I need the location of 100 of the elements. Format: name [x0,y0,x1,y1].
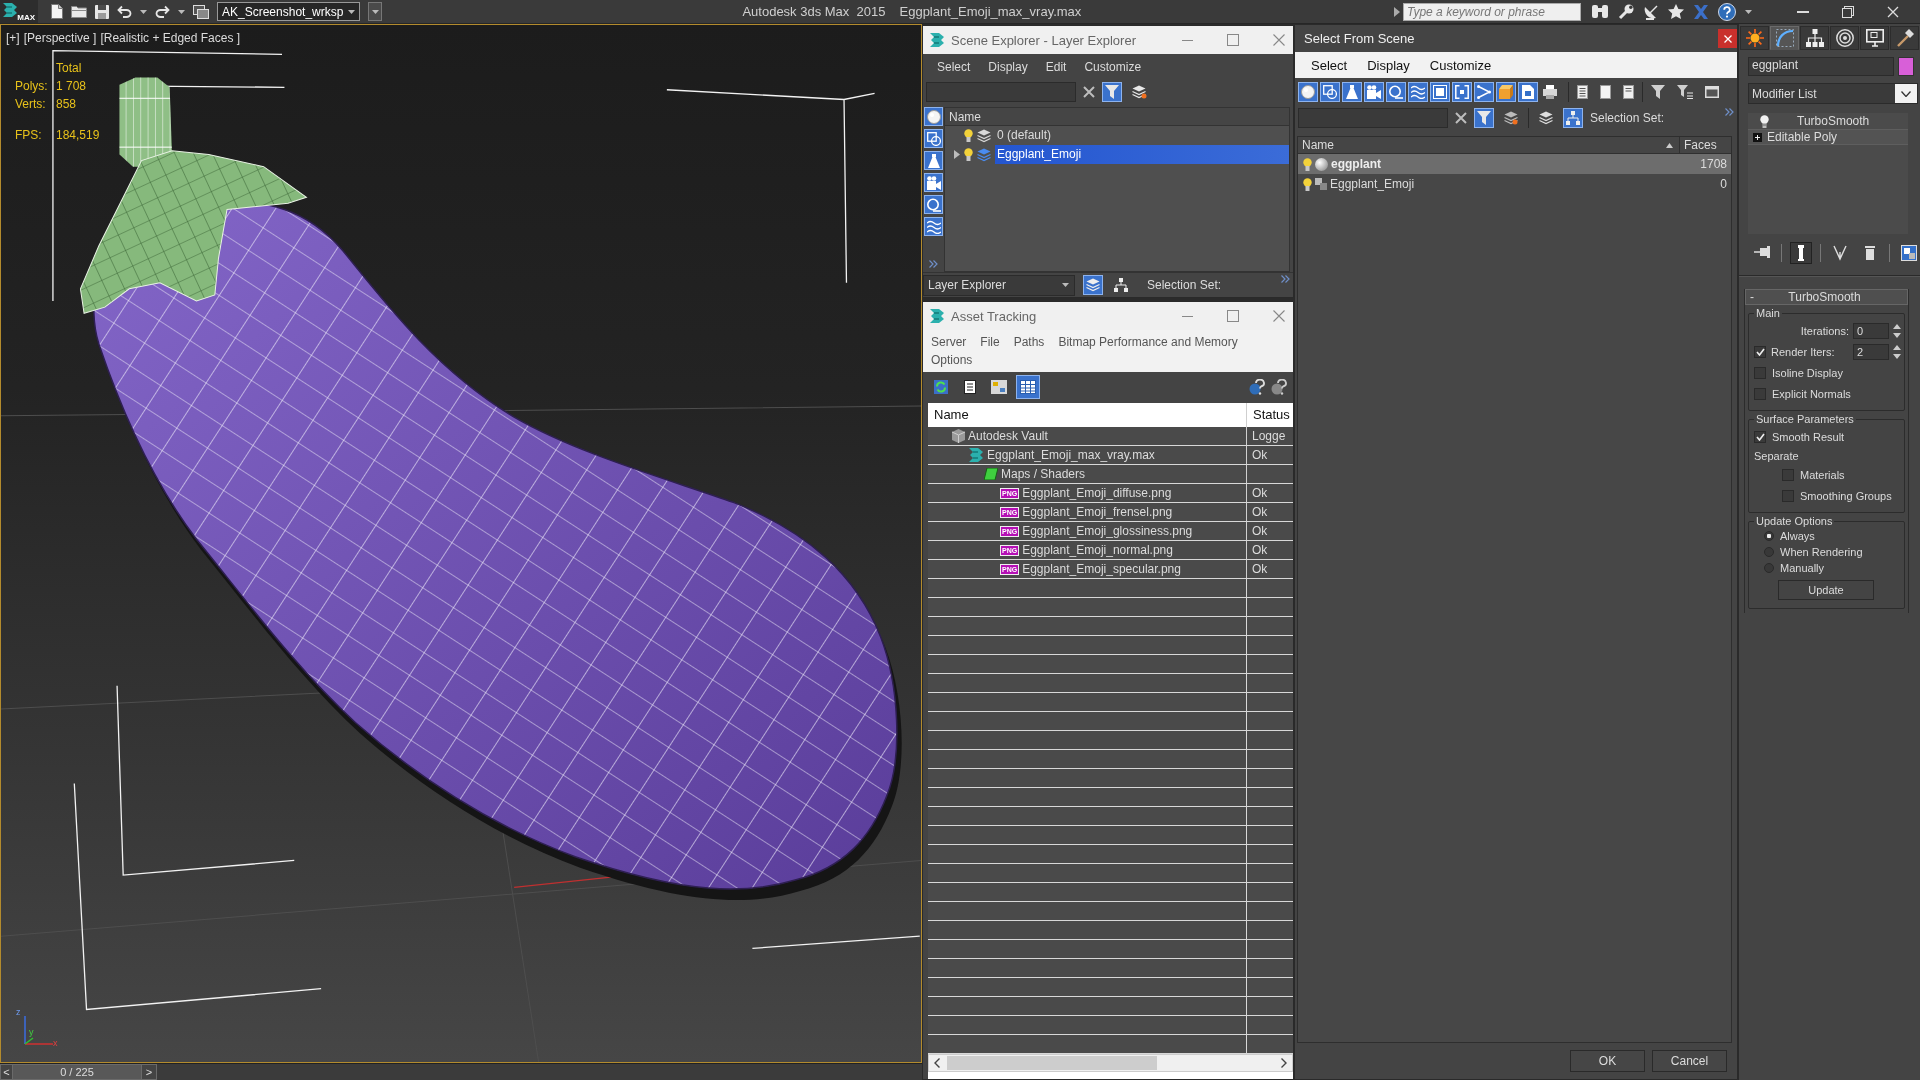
type-filter-toggle[interactable] [1364,81,1384,102]
menu-item[interactable]: Options [931,351,973,369]
toolbar-toggle[interactable] [1474,108,1494,128]
type-filter-toggle[interactable] [1452,81,1472,102]
rollout-header[interactable]: - TurboSmooth [1745,289,1908,305]
menu-item[interactable]: Bitmap Performance and Memory [1058,333,1238,351]
asset-name[interactable]: Eggplant_Emoji_glossiness.png [1022,524,1193,538]
asset-name[interactable]: Eggplant_Emoji_diffuse.png [1022,486,1172,500]
object-name-field[interactable]: eggplant [1748,57,1894,76]
menu-item[interactable]: Customize [1084,60,1142,74]
checkbox[interactable] [1782,468,1794,481]
asset-name[interactable]: Eggplant_Emoji_frensel.png [1022,505,1173,519]
help-icon[interactable] [1249,378,1265,395]
type-filter-toggle[interactable] [1518,81,1538,102]
plus-box-icon[interactable] [1753,132,1762,142]
time-slider-track[interactable]: < 0 / 225 > [0,1063,922,1080]
modifier-list-dropdown[interactable]: Modifier List [1748,83,1918,104]
asset-name[interactable]: Autodesk Vault [968,429,1048,443]
panel-tab[interactable] [1830,26,1859,50]
help-icon[interactable] [1271,378,1287,395]
modifier-name[interactable]: TurboSmooth [1797,114,1870,128]
toolbar-toggle[interactable] [1111,275,1131,295]
restore-icon[interactable] [1842,5,1854,18]
search-field[interactable] [1298,108,1448,128]
radio-button[interactable] [1764,547,1774,557]
display-filter-toggle[interactable] [924,195,943,214]
caret-icon[interactable] [140,9,147,14]
type-filter-toggle[interactable] [1386,81,1406,102]
update-button[interactable]: Update [1778,580,1874,600]
viewport-menu[interactable]: [+] [6,31,20,45]
menu-item[interactable]: Edit [1045,60,1067,74]
search-field[interactable]: Type a keyword or phrase [1403,2,1581,21]
funnel-list-icon[interactable] [1677,84,1693,99]
spinner-arrows-icon[interactable] [1893,323,1901,338]
menu-item[interactable]: Server [931,333,967,351]
clear-icon[interactable] [1455,112,1467,124]
funnel-icon[interactable] [1651,84,1665,99]
double-chevron-icon[interactable] [1281,275,1290,283]
menu-item[interactable]: Paths [1013,333,1045,351]
star-icon[interactable] [1668,4,1684,19]
stack-item[interactable]: Editable Poly [1748,129,1908,145]
wrench-icon[interactable] [1618,3,1634,20]
panel-tab[interactable] [1860,26,1889,50]
clear-icon[interactable] [1083,86,1095,98]
column-header[interactable]: Name [1298,137,1680,153]
half-lined-page-icon[interactable] [1623,84,1634,99]
display-filter-toggle[interactable] [924,173,943,192]
menu-item[interactable]: Display [1367,57,1410,73]
type-filter-toggle[interactable] [1342,81,1362,102]
expand-arrow-icon[interactable] [1394,6,1400,17]
caret-icon[interactable] [1745,9,1752,14]
type-filter-toggle[interactable] [1474,81,1494,102]
panel-tab[interactable] [1800,26,1829,50]
type-filter-toggle[interactable] [1496,81,1516,102]
checkbox[interactable] [1782,489,1794,502]
light-bulb-icon[interactable] [1303,177,1312,191]
time-slider-thumb[interactable]: < 0 / 225 > [0,1064,157,1080]
modifier-name[interactable]: Editable Poly [1767,130,1838,144]
panel-tab[interactable] [1740,26,1769,50]
explorer-dropdown[interactable]: Layer Explorer [923,274,1075,296]
radio-button[interactable] [1764,531,1774,541]
display-filter-toggle[interactable] [924,151,943,170]
double-chevron-icon[interactable] [929,260,938,268]
view-toggle[interactable] [1016,374,1040,399]
previous-frame-button[interactable]: < [1,1065,13,1079]
column-header[interactable]: Status [1247,403,1293,427]
expand-arrow-icon[interactable] [954,150,960,159]
minimize-icon[interactable] [1797,10,1809,13]
toolbar-toggle[interactable] [1563,108,1583,128]
type-filter-toggle[interactable] [1298,81,1318,102]
help-icon[interactable] [1718,2,1736,21]
type-filter-toggle[interactable] [1320,81,1340,102]
binoculars-icon[interactable] [1591,4,1609,19]
next-frame-button[interactable]: > [141,1065,156,1079]
menu-item[interactable]: Display [988,60,1028,74]
display-filter-toggle[interactable] [924,217,943,236]
cancel-button[interactable]: Cancel [1652,1050,1727,1072]
layer-name[interactable]: 0 (default) [995,126,1289,145]
stack-tool-toggle[interactable] [1898,242,1920,264]
blank-page-icon[interactable] [1600,84,1611,99]
panel-tab[interactable] [1890,26,1919,50]
double-chevron-icon[interactable] [1725,108,1734,116]
viewport-menu[interactable]: [Realistic + Edged Faces ] [100,31,241,45]
light-bulb-icon[interactable] [1303,157,1312,171]
light-bulb-icon[interactable] [964,129,973,142]
object-color-swatch[interactable] [1898,57,1914,76]
light-bulb-icon[interactable] [964,148,973,161]
checkbox[interactable] [1754,387,1766,400]
toolbar-toggle[interactable] [1083,275,1103,295]
display-filter-toggle[interactable] [924,129,943,148]
asset-name[interactable]: Eggplant_Emoji_max_vray.max [987,448,1155,462]
spinner-field[interactable]: 2 [1853,343,1889,360]
workspace-menu-button[interactable] [368,2,383,21]
new-file-icon[interactable] [51,4,63,19]
viewport-panel[interactable]: [+] [Perspective ] [Realistic + Edged Faces ] Total Polys: 1 708 Verts: 858 FPS: 184,519 z y x [0,24,922,1063]
app-menu-button[interactable]: MAX [0,0,38,23]
window-icon[interactable] [1705,85,1719,98]
toolbar-toggle[interactable] [1102,82,1122,102]
checkbox[interactable] [1754,366,1766,379]
column-header[interactable]: Name [949,109,981,124]
